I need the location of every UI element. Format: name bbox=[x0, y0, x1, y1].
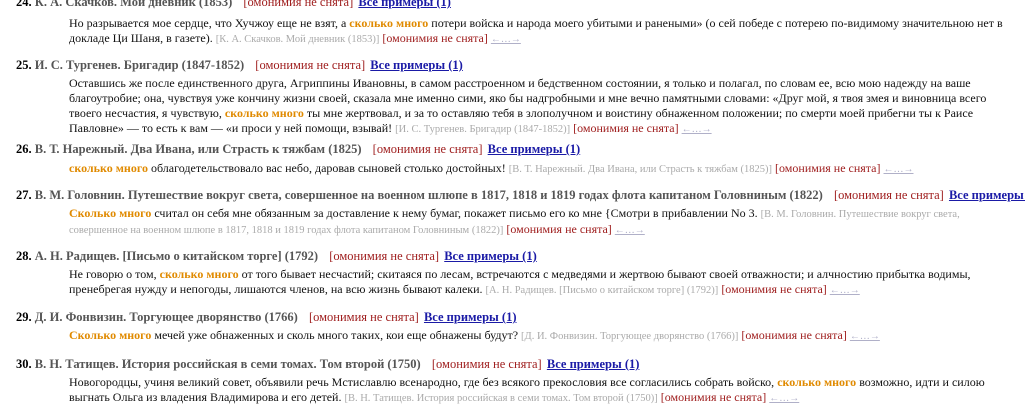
homonymy-link-inline[interactable]: [омонимия не снята] bbox=[506, 222, 611, 236]
homonymy-link[interactable]: [омонимия не снята] bbox=[834, 188, 944, 202]
entry-number: 28. bbox=[16, 249, 32, 263]
entry-number: 25. bbox=[16, 58, 32, 72]
homonymy-link[interactable]: [омонимия не снята] bbox=[309, 310, 419, 324]
example-text: Сколько много считал он себя мне обязанн… bbox=[69, 206, 1004, 238]
entry-number: 29. bbox=[16, 310, 32, 324]
homonymy-link-inline[interactable]: [омонимия не снята] bbox=[661, 390, 766, 404]
all-examples-link[interactable]: Все примеры (1) bbox=[444, 249, 537, 263]
source-citation: [В. Т. Нарежный. Два Ивана, или Страсть … bbox=[508, 164, 773, 175]
text-after: облагодетельствовало вас небо, даровав с… bbox=[151, 161, 506, 175]
homonymy-link-inline[interactable]: [омонимия не снята] bbox=[775, 161, 880, 175]
entry-number: 24. bbox=[16, 0, 32, 9]
source-citation: [А. Н. Радищев. [Письмо о китайском торг… bbox=[485, 285, 719, 296]
text-before: Новогородцы, учиня великий совет, объяви… bbox=[69, 375, 775, 389]
entry-header: 30. В. Н. Татищев. История российская в … bbox=[16, 356, 639, 372]
highlighted-phrase: сколько много bbox=[777, 375, 857, 389]
example-text: Новогородцы, учиня великий совет, объяви… bbox=[69, 375, 1004, 406]
entry-header: 28. А. Н. Радищев. [Письмо о китайском т… bbox=[16, 248, 537, 264]
source-citation: [Д. И. Фонвизин. Торгующее дворянство (1… bbox=[521, 331, 739, 342]
highlighted-phrase: Сколько много bbox=[69, 206, 152, 220]
all-examples-link[interactable]: Все примеры (1) bbox=[370, 58, 463, 72]
entry-number: 30. bbox=[16, 357, 32, 371]
text-before: Но разрывается мое сердце, что Хучжоу ещ… bbox=[69, 16, 347, 30]
entry-title: В. Т. Нарежный. Два Ивана, или Страсть к… bbox=[34, 142, 362, 156]
homonymy-link-inline[interactable]: [омонимия не снята] bbox=[573, 121, 678, 135]
entry-header: 24. К. А. Скачков. Мой дневник (1853) [о… bbox=[16, 0, 451, 10]
entry-header: 25. И. С. Тургенев. Бригадир (1847-1852)… bbox=[16, 57, 463, 73]
entry-title: А. Н. Радищев. [Письмо о китайском торге… bbox=[34, 249, 319, 263]
homonymy-link[interactable]: [омонимия не снята] bbox=[432, 357, 542, 371]
context-expand-link[interactable]: ←…→ bbox=[682, 124, 712, 135]
homonymy-link-inline[interactable]: [омонимия не снята] bbox=[382, 31, 487, 45]
source-citation: [В. Н. Татищев. История российская в сем… bbox=[344, 393, 658, 404]
context-expand-link[interactable]: ←…→ bbox=[850, 331, 880, 342]
highlighted-phrase: сколько много bbox=[349, 16, 429, 30]
homonymy-link-inline[interactable]: [омонимия не снята] bbox=[721, 282, 826, 296]
all-examples-link[interactable]: Все примеры (1) bbox=[424, 310, 517, 324]
all-examples-link[interactable]: Все примеры (1) bbox=[949, 188, 1025, 202]
highlighted-phrase: сколько много bbox=[224, 106, 304, 120]
entry-number: 26. bbox=[16, 142, 32, 156]
source-citation: [К. А. Скачков. Мой дневник (1853)] bbox=[215, 34, 380, 45]
all-examples-link[interactable]: Все примеры (1) bbox=[488, 142, 581, 156]
entry-title: Д. И. Фонвизин. Торгующее дворянство (17… bbox=[34, 310, 298, 324]
entry-number: 27. bbox=[16, 188, 32, 202]
homonymy-link[interactable]: [омонимия не снята] bbox=[243, 0, 353, 9]
context-expand-link[interactable]: ←…→ bbox=[491, 34, 521, 45]
homonymy-link[interactable]: [омонимия не снята] bbox=[255, 58, 365, 72]
context-expand-link[interactable]: ←…→ bbox=[769, 393, 799, 404]
example-text: Оставшись же после единственного друга, … bbox=[69, 76, 1004, 137]
entry-title: В. М. Головнин. Путешествие вокруг света… bbox=[34, 188, 823, 202]
all-examples-link[interactable]: Все примеры (1) bbox=[358, 0, 451, 9]
example-text: Сколько много мечей уже обнаженных и ско… bbox=[69, 328, 1004, 344]
highlighted-phrase: сколько много bbox=[159, 267, 239, 281]
entry-title: В. Н. Татищев. История российская в семи… bbox=[34, 357, 421, 371]
example-text: сколько много облагодетельствовало вас н… bbox=[69, 161, 1004, 177]
context-expand-link[interactable]: ←…→ bbox=[830, 285, 860, 296]
source-citation: [И. С. Тургенев. Бригадир (1847-1852)] bbox=[395, 124, 571, 135]
homonymy-link[interactable]: [омонимия не снята] bbox=[329, 249, 439, 263]
example-text: Не говорю о том, сколько много от того б… bbox=[69, 267, 1004, 298]
context-expand-link[interactable]: ←…→ bbox=[884, 164, 914, 175]
entry-title: И. С. Тургенев. Бригадир (1847-1852) bbox=[34, 58, 245, 72]
entry-header: 27. В. М. Головнин. Путешествие вокруг с… bbox=[16, 187, 1025, 203]
text-after: считал он себя мне обязанным за доставле… bbox=[154, 206, 758, 220]
text-before: Не говорю о том, bbox=[69, 267, 157, 281]
context-expand-link[interactable]: ←…→ bbox=[615, 225, 645, 236]
example-text: Но разрывается мое сердце, что Хучжоу ещ… bbox=[69, 16, 1004, 47]
homonymy-link[interactable]: [омонимия не снята] bbox=[373, 142, 483, 156]
highlighted-phrase: сколько много bbox=[69, 161, 148, 175]
entry-header: 26. В. Т. Нарежный. Два Ивана, или Страс… bbox=[16, 141, 580, 157]
entry-title: К. А. Скачков. Мой дневник (1853) bbox=[34, 0, 233, 9]
highlighted-phrase: Сколько много bbox=[69, 328, 152, 342]
entry-header: 29. Д. И. Фонвизин. Торгующее дворянство… bbox=[16, 309, 517, 325]
all-examples-link[interactable]: Все примеры (1) bbox=[547, 357, 640, 371]
homonymy-link-inline[interactable]: [омонимия не снята] bbox=[741, 328, 846, 342]
text-after: мечей уже обнаженных и сколь много таких… bbox=[154, 328, 519, 342]
